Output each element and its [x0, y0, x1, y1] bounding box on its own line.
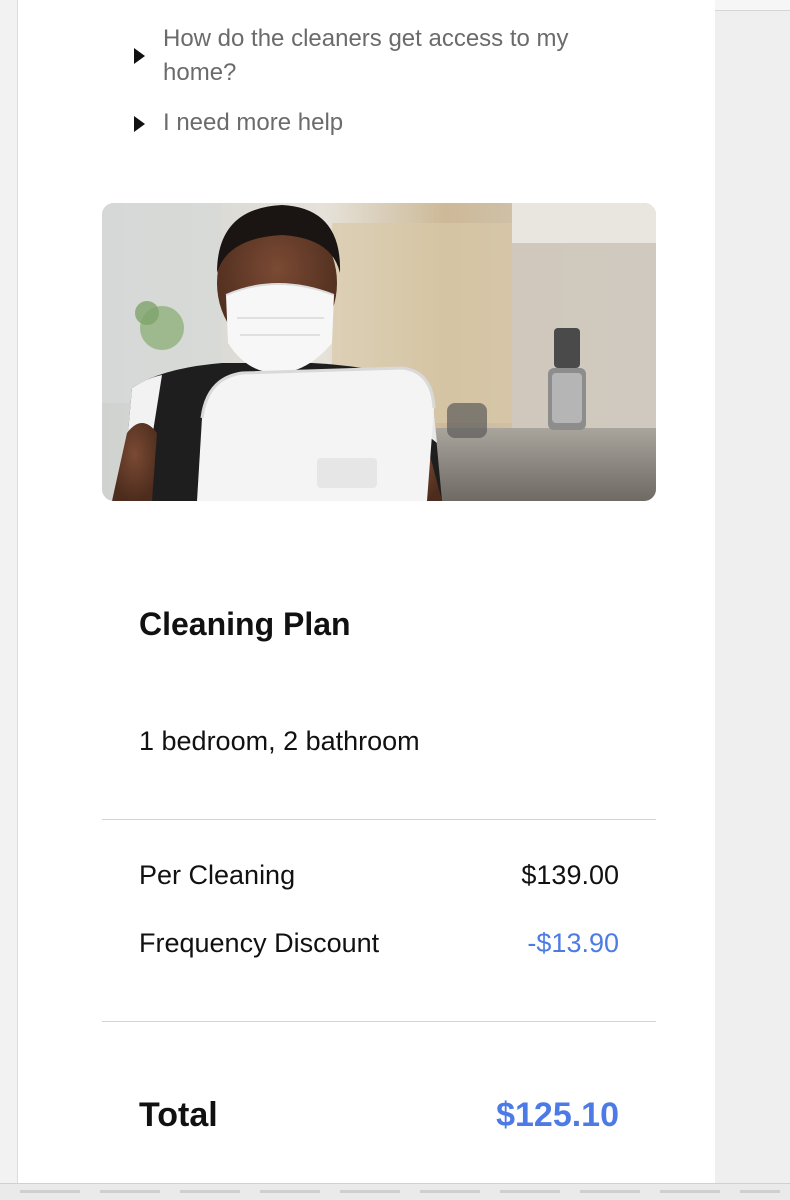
- plan-title: Cleaning Plan: [139, 606, 351, 642]
- total-value: $125.10: [496, 1096, 619, 1134]
- faq-question[interactable]: I need more help: [163, 106, 643, 140]
- divider: [102, 819, 656, 820]
- right-gutter: [715, 0, 790, 1200]
- disclosure-triangle-icon[interactable]: [134, 48, 145, 64]
- content-panel: [18, 0, 715, 1183]
- gutter-topline: [715, 0, 790, 11]
- per-cleaning-value: $139.00: [521, 860, 619, 890]
- plan-description: 1 bedroom, 2 bathroom: [139, 726, 420, 756]
- disclosure-triangle-icon[interactable]: [134, 116, 145, 132]
- left-edge: [0, 0, 18, 1200]
- divider: [102, 1021, 656, 1022]
- bottom-strip: [0, 1183, 790, 1200]
- frequency-discount-label: Frequency Discount: [139, 928, 380, 958]
- faq-question[interactable]: How do the cleaners get access to my hom…: [163, 22, 643, 90]
- faq-item-cutoff: [150, 0, 550, 4]
- cleaner-photo: [102, 203, 656, 501]
- photo-illustration: [102, 203, 656, 501]
- bottom-strip-pattern: [20, 1190, 780, 1193]
- per-cleaning-label: Per Cleaning: [139, 860, 296, 890]
- total-label: Total: [139, 1096, 218, 1134]
- frequency-discount-value: -$13.90: [527, 928, 619, 958]
